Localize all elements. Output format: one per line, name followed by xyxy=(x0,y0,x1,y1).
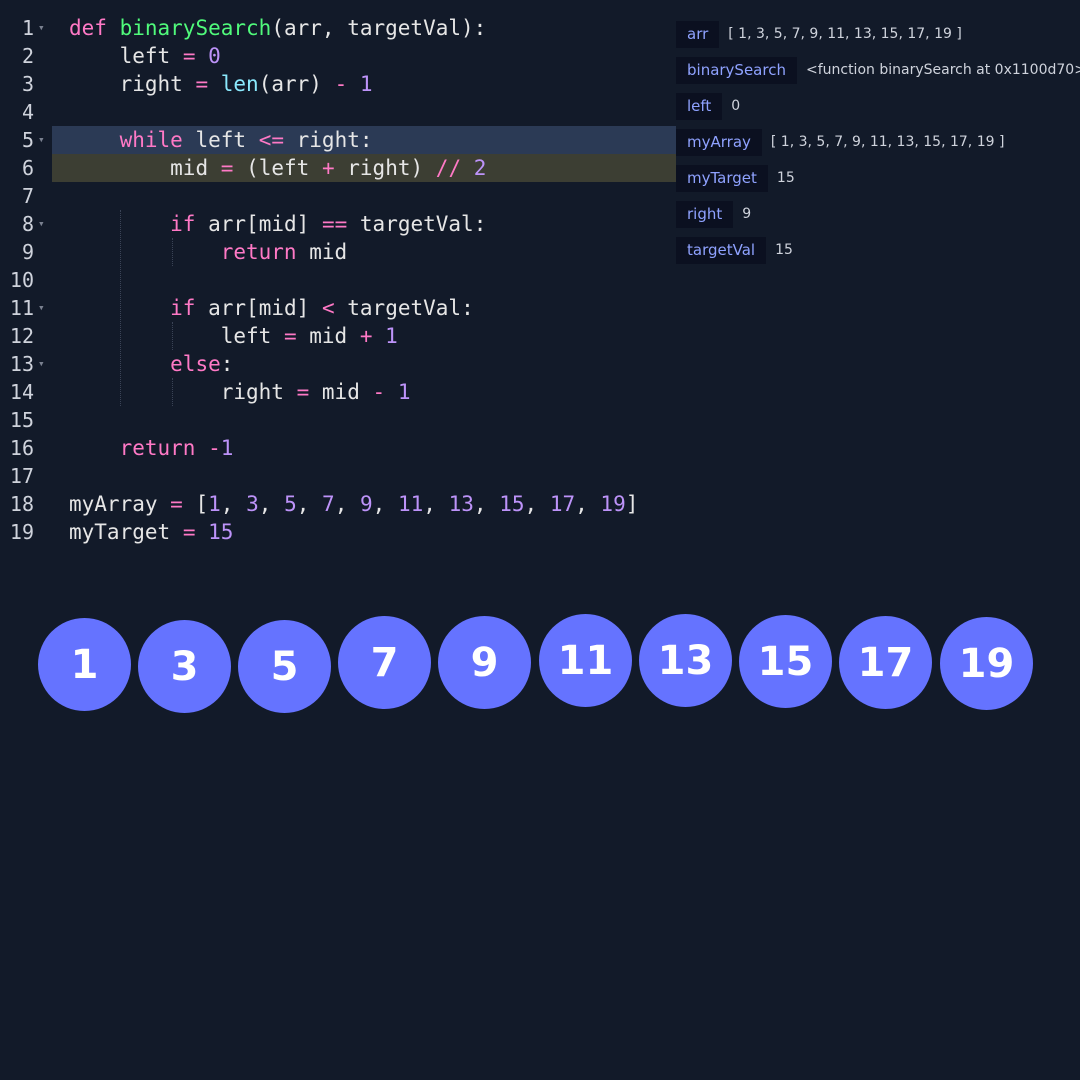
variable-name: targetVal xyxy=(676,236,767,264)
code-text: else: xyxy=(170,352,234,376)
fold-chevron-icon[interactable]: ▾ xyxy=(38,294,45,322)
line-number: 3 xyxy=(21,72,34,96)
variable-name: left xyxy=(676,92,723,120)
code-line[interactable]: 15 xyxy=(0,406,676,434)
code-line[interactable]: 16 return -1 xyxy=(0,434,676,462)
variable-row: myArray [ 1, 3, 5, 7, 9, 11, 13, 15, 17, … xyxy=(676,124,1080,160)
code-text: myArray = [1, 3, 5, 7, 9, 11, 13, 15, 17… xyxy=(69,492,639,516)
line-number: 13 xyxy=(9,352,34,376)
line-number: 2 xyxy=(21,44,34,68)
code-line[interactable]: 12 left = mid + 1 xyxy=(0,322,676,350)
variables-panel: arr [ 1, 3, 5, 7, 9, 11, 13, 15, 17, 19 ]… xyxy=(676,16,1080,268)
line-number: 6 xyxy=(21,156,34,180)
variable-name: binarySearch xyxy=(676,56,797,84)
line-number: 4 xyxy=(21,100,34,124)
line-number: 9 xyxy=(21,240,34,264)
array-element-circle: 7 xyxy=(338,616,431,709)
line-number: 15 xyxy=(9,408,34,432)
code-line[interactable]: 11 ▾ if arr[mid] < targetVal: xyxy=(0,294,676,322)
array-element-circle: 19 xyxy=(940,617,1033,710)
code-text: def binarySearch(arr, targetVal): xyxy=(69,16,487,40)
variable-row: targetVal 15 xyxy=(676,232,1080,268)
variable-name: arr xyxy=(676,20,720,48)
code-line[interactable]: 9 return mid xyxy=(0,238,676,266)
code-text: myTarget = 15 xyxy=(69,520,234,544)
variable-row: binarySearch <function binarySearch at 0x… xyxy=(676,52,1080,88)
variable-value: 15 xyxy=(776,170,795,186)
code-line[interactable]: 1 ▾ def binarySearch(arr, targetVal): xyxy=(0,14,676,42)
variable-row: arr [ 1, 3, 5, 7, 9, 11, 13, 15, 17, 19 ] xyxy=(676,16,1080,52)
line-number: 8 xyxy=(21,212,34,236)
code-line[interactable]: 6 mid = (left + right) // 2 xyxy=(0,154,676,182)
code-line[interactable]: 18 myArray = [1, 3, 5, 7, 9, 11, 13, 15, … xyxy=(0,490,676,518)
indent-guide xyxy=(172,378,173,406)
code-text: left = mid + 1 xyxy=(220,324,398,348)
variable-name: myTarget xyxy=(676,164,768,192)
variable-value: <function binarySearch at 0x1100d70> xyxy=(805,62,1080,78)
fold-chevron-icon[interactable]: ▾ xyxy=(38,126,45,154)
variable-row: myTarget 15 xyxy=(676,160,1080,196)
array-element-circle: 11 xyxy=(539,614,632,707)
code-line[interactable]: 8 ▾ if arr[mid] == targetVal: xyxy=(0,210,676,238)
code-text: mid = (left + right) // 2 xyxy=(170,156,487,180)
array-element-circle: 13 xyxy=(639,614,732,707)
variable-name: myArray xyxy=(676,128,762,156)
line-number: 12 xyxy=(9,324,34,348)
array-element-circle: 3 xyxy=(138,620,231,713)
line-number: 11 xyxy=(9,296,34,320)
variable-value: 0 xyxy=(731,98,741,114)
code-editor[interactable]: 1 ▾ def binarySearch(arr, targetVal): 2 lef… xyxy=(0,14,676,546)
line-number: 1 xyxy=(21,16,34,40)
variable-value: 9 xyxy=(742,206,752,222)
variable-row: left 0 xyxy=(676,88,1080,124)
code-line[interactable]: 19 myTarget = 15 xyxy=(0,518,676,546)
code-line[interactable]: 7 xyxy=(0,182,676,210)
code-text: if arr[mid] < targetVal: xyxy=(170,296,474,320)
fold-chevron-icon[interactable]: ▾ xyxy=(38,14,45,42)
line-number: 10 xyxy=(9,268,34,292)
code-text: if arr[mid] == targetVal: xyxy=(170,212,487,236)
line-number: 19 xyxy=(9,520,34,544)
code-line[interactable]: 5 ▾ while left <= right: xyxy=(0,126,676,154)
array-element-circle: 5 xyxy=(238,620,331,713)
code-line[interactable]: 14 right = mid - 1 xyxy=(0,378,676,406)
code-line[interactable]: 17 xyxy=(0,462,676,490)
code-text: while left <= right: xyxy=(119,128,373,152)
line-number: 5 xyxy=(21,128,34,152)
code-text: left = 0 xyxy=(119,44,221,68)
code-line[interactable]: 10 xyxy=(0,266,676,294)
variable-name: right xyxy=(676,200,734,228)
code-line[interactable]: 3 right = len(arr) - 1 xyxy=(0,70,676,98)
fold-chevron-icon[interactable]: ▾ xyxy=(38,350,45,378)
fold-chevron-icon[interactable]: ▾ xyxy=(38,210,45,238)
variable-value: [ 1, 3, 5, 7, 9, 11, 13, 15, 17, 19 ] xyxy=(728,26,962,42)
array-element-circle: 17 xyxy=(839,616,932,709)
code-text: return -1 xyxy=(119,436,234,460)
code-line[interactable]: 4 xyxy=(0,98,676,126)
line-number: 18 xyxy=(9,492,34,516)
line-number: 14 xyxy=(9,380,34,404)
line-number: 17 xyxy=(9,464,34,488)
indent-guide xyxy=(172,322,173,350)
array-element-circle: 15 xyxy=(739,615,832,708)
array-element-circle: 9 xyxy=(438,616,531,709)
code-line[interactable]: 2 left = 0 xyxy=(0,42,676,70)
line-number: 16 xyxy=(9,436,34,460)
line-number: 7 xyxy=(21,184,34,208)
variable-row: right 9 xyxy=(676,196,1080,232)
indent-guide xyxy=(120,210,121,406)
variable-value: 15 xyxy=(775,242,793,258)
code-line[interactable]: 13 ▾ else: xyxy=(0,350,676,378)
indent-guide xyxy=(172,238,173,266)
code-text: return mid xyxy=(220,240,348,264)
code-text: right = len(arr) - 1 xyxy=(119,72,373,96)
array-element-circle: 1 xyxy=(38,618,131,711)
variable-value: [ 1, 3, 5, 7, 9, 11, 13, 15, 17, 19 ] xyxy=(770,134,1005,150)
